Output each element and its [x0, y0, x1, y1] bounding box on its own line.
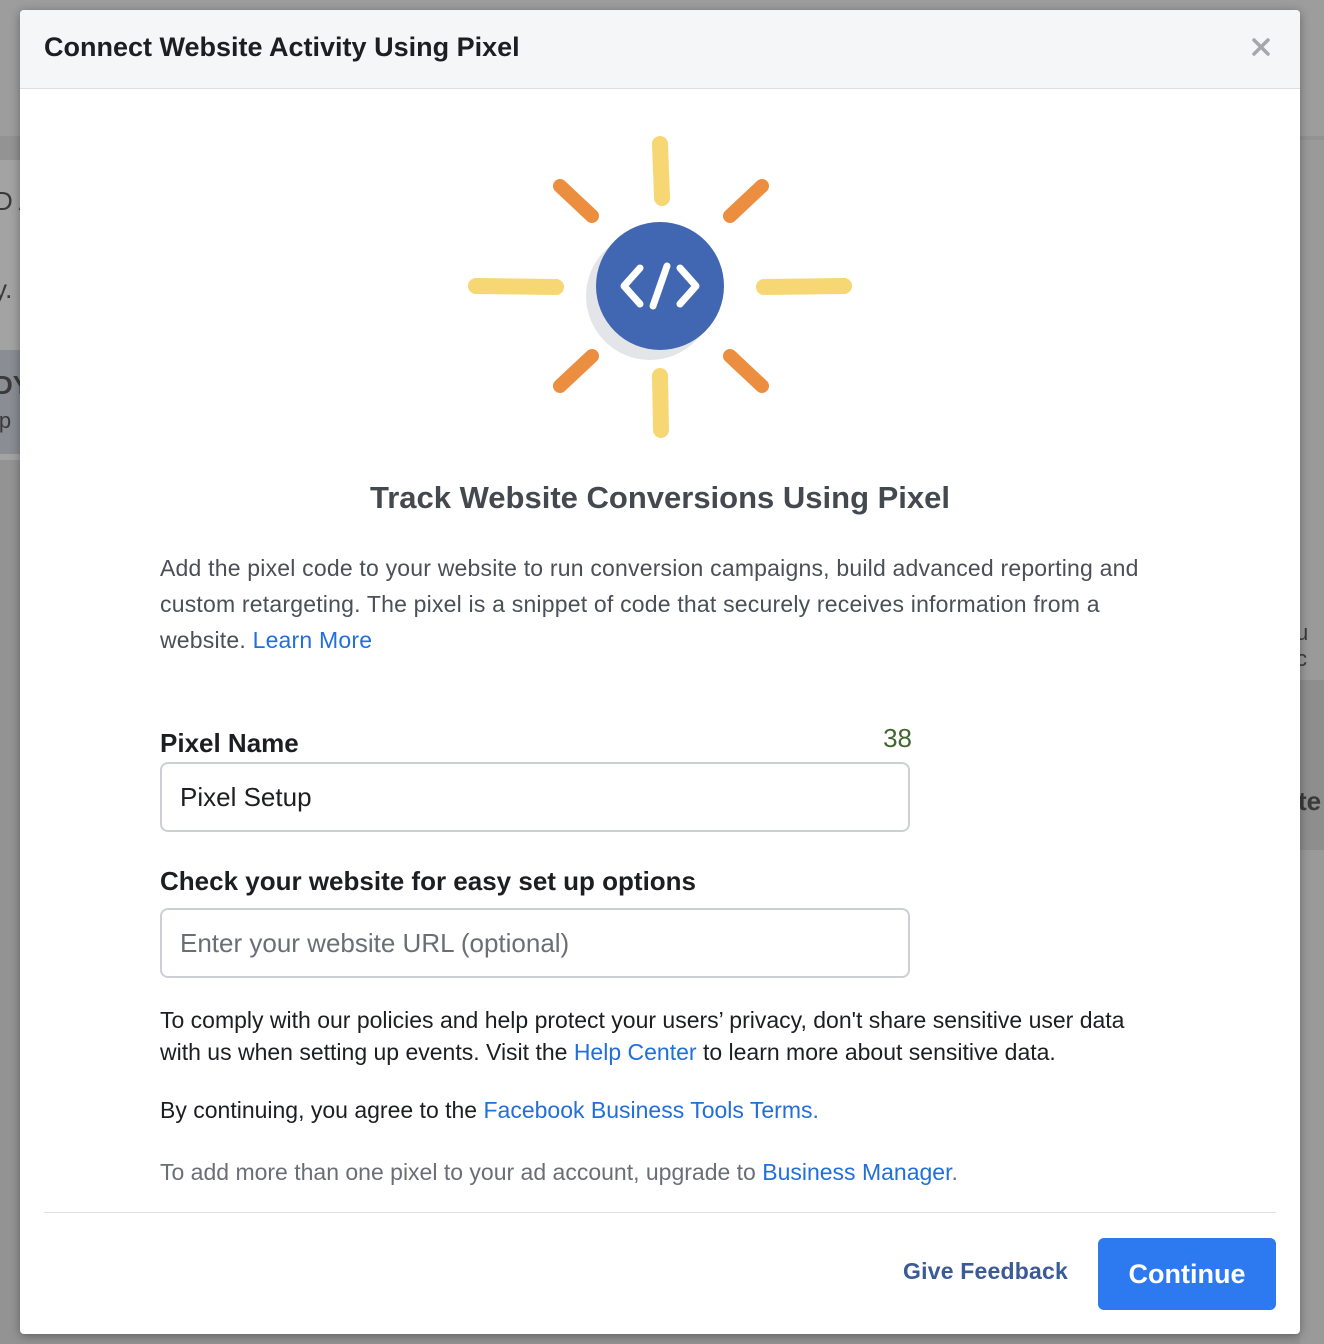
headline: Track Website Conversions Using Pixel	[369, 480, 951, 515]
background-left-selected	[0, 350, 22, 454]
character-counter: 38	[883, 723, 912, 753]
continue-button[interactable]: Continue	[1098, 1238, 1276, 1310]
business-manager-link[interactable]: Business Manager	[762, 1159, 951, 1185]
terms-text: By continuing, you agree to the	[160, 1097, 478, 1123]
pixel-setup-dialog: Connect Website Activity Using Pixel Tra…	[20, 10, 1300, 1334]
background-text: y.	[0, 274, 13, 304]
pixel-name-label: Pixel Name	[160, 728, 299, 758]
dialog-header: Connect Website Activity Using Pixel	[20, 10, 1300, 89]
pixel-illustration	[460, 130, 860, 450]
background-text: te	[1298, 786, 1322, 816]
background-text: u c	[1296, 620, 1309, 671]
privacy-notice: To comply with our policies and help pro…	[160, 1004, 1170, 1068]
website-url-label: Check your website for easy set up optio…	[160, 866, 697, 896]
upgrade-text: To add more than one pixel to your ad ac…	[160, 1159, 756, 1185]
background-text: ip	[0, 408, 12, 433]
privacy-text-end: to learn more about sensitive data.	[702, 1039, 1056, 1065]
website-url-input[interactable]	[160, 908, 910, 978]
code-brackets-icon	[468, 136, 852, 438]
close-button[interactable]	[1246, 32, 1276, 62]
help-center-link[interactable]: Help Center	[574, 1039, 697, 1065]
give-feedback-button[interactable]: Give Feedback	[900, 1258, 1068, 1285]
business-tools-terms-link[interactable]: Facebook Business Tools Terms.	[484, 1097, 819, 1123]
background-right-card	[1300, 680, 1324, 850]
terms-notice: By continuing, you agree to the Facebook…	[160, 1094, 1170, 1126]
description-paragraph: Add the pixel code to your website to ru…	[160, 550, 1170, 658]
learn-more-link[interactable]: Learn More	[253, 627, 373, 653]
footer-divider	[44, 1212, 1276, 1213]
upgrade-notice: To add more than one pixel to your ad ac…	[160, 1156, 1170, 1188]
dialog-title: Connect Website Activity Using Pixel	[44, 32, 520, 62]
close-icon	[1252, 38, 1270, 56]
pixel-name-input[interactable]	[160, 762, 910, 832]
upgrade-text-end: .	[951, 1159, 958, 1185]
